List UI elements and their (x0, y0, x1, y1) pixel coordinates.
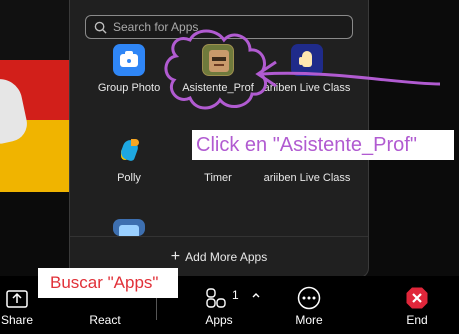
share-button[interactable]: Share (0, 276, 34, 334)
app-label: Polly (117, 172, 141, 184)
more-label: More (295, 313, 323, 327)
search-box[interactable] (85, 15, 353, 39)
search-input[interactable] (113, 20, 343, 34)
camera-icon (113, 44, 145, 76)
end-call-icon (406, 287, 428, 309)
share-label: Share (0, 313, 34, 327)
more-button[interactable]: More (280, 276, 338, 334)
app-label: ariiben Live Class (263, 172, 351, 184)
end-label: End (406, 313, 428, 327)
app-partial[interactable] (79, 219, 179, 236)
app-label: Group Photo (97, 82, 161, 94)
app-label: ariiben Live Class (263, 82, 351, 94)
share-icon (6, 290, 28, 308)
apps-button[interactable]: 1 Apps (190, 276, 248, 334)
app-label: Timer (204, 172, 232, 184)
app-ariiben-live-class[interactable]: ariiben Live Class (257, 44, 357, 95)
react-label: React (89, 313, 121, 327)
plus-icon: + (170, 247, 181, 265)
parrot-icon (113, 134, 145, 166)
end-button[interactable]: End (388, 276, 446, 334)
apps-caret-icon[interactable] (251, 290, 261, 300)
annotation-search-note: Buscar "Apps" (38, 268, 178, 298)
professor-avatar-icon (202, 44, 234, 76)
add-more-label: Add More Apps (185, 249, 268, 264)
app-label: Asistente_Prof (182, 82, 254, 94)
apps-icon (206, 288, 226, 308)
apps-label: Apps (205, 313, 233, 327)
app-group-photo[interactable]: Group Photo (79, 44, 179, 95)
annotation-click-note: Click en "Asistente_Prof" (192, 130, 454, 160)
search-icon (94, 21, 107, 34)
react-close-icon (115, 287, 125, 297)
flag-stripe-black (0, 0, 75, 60)
apps-badge: 1 (232, 288, 239, 302)
app-icon-generic (113, 219, 145, 236)
more-icon (297, 286, 321, 310)
app-asistente-prof[interactable]: Asistente_Prof (168, 44, 268, 95)
app-polly[interactable]: Polly (79, 134, 179, 185)
raised-hand-icon (291, 44, 323, 76)
